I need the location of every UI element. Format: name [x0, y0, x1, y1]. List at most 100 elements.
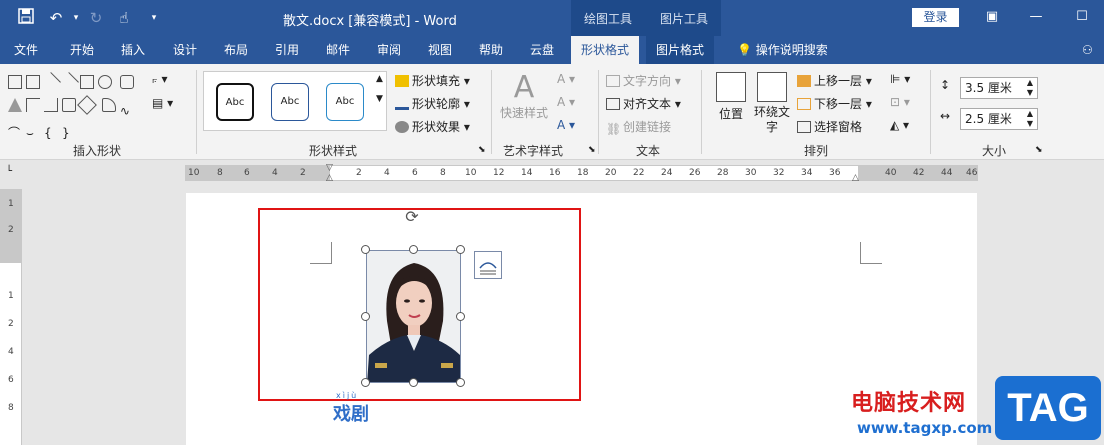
- block-arrow-icon[interactable]: [62, 98, 76, 112]
- rotate-handle-icon[interactable]: ⟳: [402, 207, 422, 227]
- ribbon-display-icon[interactable]: ▣: [980, 6, 1004, 28]
- triangle-icon[interactable]: [8, 98, 22, 112]
- scribble-icon[interactable]: ∿: [120, 104, 134, 118]
- text-box-button[interactable]: ▤ ▾: [152, 96, 173, 110]
- oval-icon[interactable]: [98, 75, 112, 89]
- arc-icon[interactable]: ⌒: [8, 124, 22, 140]
- tab-home[interactable]: 开始: [70, 36, 94, 64]
- text-outline-icon[interactable]: A ▾: [557, 95, 575, 109]
- style-sample-3[interactable]: Abc: [326, 83, 364, 121]
- quick-styles-button[interactable]: A 快速样式: [498, 72, 550, 121]
- horizontal-ruler[interactable]: 10 8 6 4 2 2 4 6 8 10 12 14 16 18 20 22 …: [185, 163, 978, 183]
- minimize-icon[interactable]: —: [1024, 6, 1048, 28]
- rotate-icon[interactable]: ◭ ▾: [890, 118, 909, 132]
- resize-handle-bottom-right[interactable]: [456, 378, 465, 387]
- resize-handle-top-left[interactable]: [361, 245, 370, 254]
- vertical-ruler[interactable]: 1 2 1 2 4 6 8: [0, 189, 22, 445]
- touch-mode-icon[interactable]: ☝: [114, 8, 134, 28]
- height-spinner-icon[interactable]: ▲ ▼: [1027, 78, 1033, 98]
- style-sample-2[interactable]: Abc: [271, 83, 309, 121]
- connector-icon[interactable]: [26, 98, 40, 112]
- rectangle-icon[interactable]: [80, 75, 94, 89]
- shape-fill-button[interactable]: 形状填充 ▾: [395, 72, 470, 89]
- indent-marker-icon[interactable]: ▽: [326, 163, 333, 173]
- edit-shape-icon[interactable]: ⟔ ▾: [152, 72, 168, 87]
- ruler-corner[interactable]: └: [0, 161, 22, 183]
- align-icon[interactable]: ⊫ ▾: [890, 72, 910, 86]
- redo-icon[interactable]: ↻: [86, 8, 106, 28]
- hanging-indent-icon[interactable]: △: [326, 173, 333, 183]
- wrap-text-button[interactable]: 环绕文字: [751, 72, 793, 135]
- tab-mailings[interactable]: 邮件: [326, 36, 350, 64]
- tab-shape-format[interactable]: 形状格式: [571, 36, 640, 64]
- rounded-rect-icon[interactable]: [119, 75, 134, 89]
- tab-file[interactable]: 文件: [14, 36, 38, 64]
- tab-insert[interactable]: 插入: [121, 36, 145, 64]
- wordart-dialog-launcher-icon[interactable]: ⬊: [588, 145, 596, 155]
- undo-dropdown-icon[interactable]: ▾: [66, 8, 86, 28]
- tab-review[interactable]: 审阅: [377, 36, 401, 64]
- position-button[interactable]: 位置: [713, 72, 749, 122]
- selection-pane-button[interactable]: 选择窗格: [797, 118, 862, 135]
- bring-forward-button[interactable]: 上移一层 ▾: [797, 72, 872, 89]
- resize-handle-top[interactable]: [409, 245, 418, 254]
- size-dialog-launcher-icon[interactable]: ⬊: [1035, 145, 1043, 155]
- tab-picture-format[interactable]: 图片格式: [646, 36, 715, 64]
- text-effects-icon[interactable]: A ▾: [557, 118, 575, 132]
- text-box-icon[interactable]: [8, 75, 22, 89]
- width-spinner-icon[interactable]: ▲ ▼: [1027, 109, 1033, 129]
- resize-handle-left[interactable]: [361, 312, 370, 321]
- undo-icon[interactable]: ↶: [46, 8, 66, 28]
- text-fill-icon[interactable]: A ▾: [557, 72, 575, 86]
- shape-height-input[interactable]: 3.5 厘米 ▲ ▼: [960, 77, 1038, 99]
- gallery-scroll-up-icon[interactable]: ▲: [376, 74, 383, 84]
- save-icon[interactable]: [16, 8, 36, 28]
- vertical-text-box-icon[interactable]: [26, 75, 40, 89]
- layout-options-icon[interactable]: [474, 251, 502, 279]
- customize-icon[interactable]: ▾: [144, 8, 164, 28]
- create-link-button[interactable]: ⛓ 创建链接: [606, 118, 671, 136]
- gallery-scroll-down-icon[interactable]: ▼: [376, 94, 383, 104]
- shape-gallery[interactable]: ∿ ⌒ ⌣ {}: [6, 72, 136, 140]
- ruler-label: 26: [689, 168, 701, 178]
- group-objects-icon[interactable]: ⊡ ▾: [890, 95, 910, 109]
- resize-handle-bottom[interactable]: [409, 378, 418, 387]
- tab-stop-icon[interactable]: └: [6, 166, 12, 177]
- tab-view[interactable]: 视图: [428, 36, 452, 64]
- shape-effects-button[interactable]: 形状效果 ▾: [395, 118, 470, 135]
- curve-icon[interactable]: ⌣: [26, 126, 40, 140]
- tab-design[interactable]: 设计: [173, 36, 197, 64]
- tell-me-search[interactable]: 💡 操作说明搜索: [737, 36, 828, 64]
- diamond-icon[interactable]: [77, 95, 97, 115]
- style-sample-1[interactable]: Abc: [216, 83, 254, 121]
- text-direction-button[interactable]: 文字方向 ▾: [606, 72, 681, 89]
- selected-picture[interactable]: [366, 250, 461, 383]
- shape-width-input[interactable]: 2.5 厘米 ▲ ▼: [960, 108, 1038, 130]
- resize-handle-bottom-left[interactable]: [361, 378, 370, 387]
- arrow-line-icon[interactable]: [59, 72, 79, 92]
- brace-icon[interactable]: {: [44, 126, 58, 140]
- brace-close-icon[interactable]: }: [62, 126, 76, 140]
- align-text-button[interactable]: 对齐文本 ▾: [606, 95, 681, 112]
- share-icon[interactable]: ⚇: [1082, 36, 1093, 64]
- tab-help[interactable]: 帮助: [479, 36, 503, 64]
- login-button[interactable]: 登录: [912, 8, 959, 27]
- send-backward-button[interactable]: 下移一层 ▾: [797, 95, 872, 112]
- dialog-launcher-icon[interactable]: ⬊: [478, 145, 486, 155]
- elbow-connector-icon[interactable]: [44, 98, 58, 112]
- right-indent-icon[interactable]: △: [852, 173, 859, 183]
- bring-forward-icon: [797, 75, 811, 87]
- tab-layout[interactable]: 布局: [224, 36, 248, 64]
- line-icon[interactable]: [41, 72, 61, 92]
- document-text[interactable]: 戏剧: [333, 400, 369, 426]
- tab-cloud[interactable]: 云盘: [530, 36, 554, 64]
- maximize-icon[interactable]: ☐: [1070, 6, 1094, 28]
- ribbon: ∿ ⌒ ⌣ {} ⟔ ▾ ▤ ▾ 插入形状 Abc Abc Abc ▲ ▼ 形状填充 …: [0, 64, 1104, 160]
- shape-style-gallery[interactable]: Abc Abc Abc: [203, 71, 387, 131]
- resize-handle-right[interactable]: [456, 312, 465, 321]
- shape-outline-button[interactable]: 形状轮廓 ▾: [395, 95, 470, 112]
- wrap-text-icon: [757, 72, 787, 102]
- resize-handle-top-right[interactable]: [456, 245, 465, 254]
- freeform-icon[interactable]: [101, 98, 116, 112]
- tab-references[interactable]: 引用: [275, 36, 299, 64]
